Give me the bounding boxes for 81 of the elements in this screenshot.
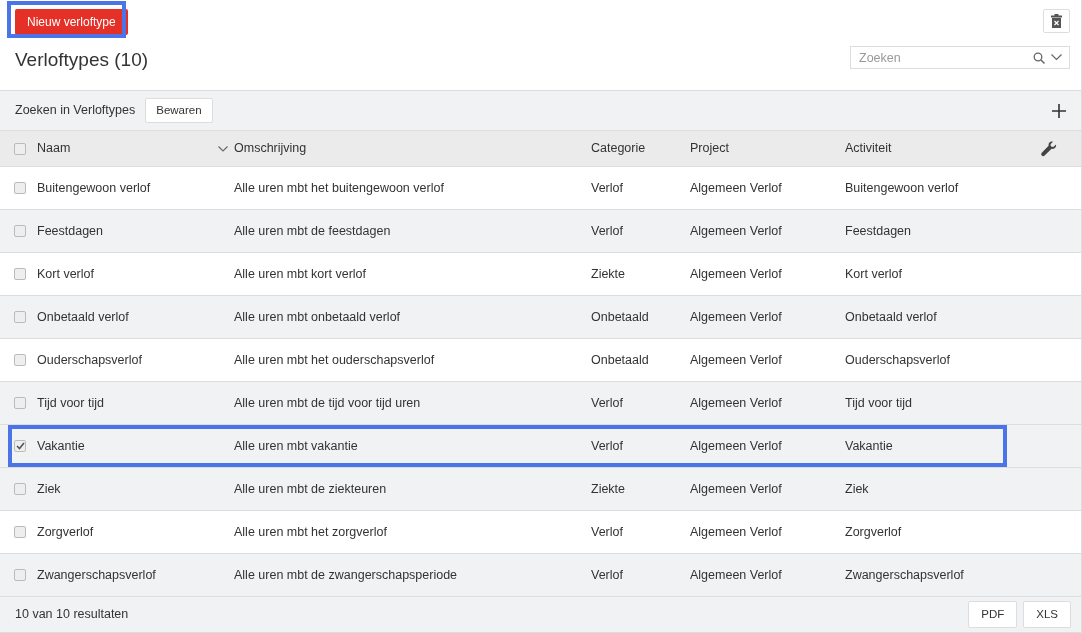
table-cell: Buitengewoon verlof: [37, 180, 151, 195]
sort-chevron-icon[interactable]: [218, 145, 228, 152]
table-cell: Alle uren mbt onbetaald verlof: [234, 309, 401, 324]
table-cell: Algemeen Verlof: [690, 309, 782, 324]
row-checkbox[interactable]: [14, 225, 26, 237]
table-cell: Alle uren mbt de tijd voor tijd uren: [234, 395, 421, 410]
table-cell: Onbetaald verlof: [37, 309, 129, 324]
chevron-down-icon[interactable]: [1051, 54, 1062, 61]
table-cell: Onbetaald verlof: [845, 309, 937, 324]
table-cell: Buitengewoon verlof: [845, 180, 959, 195]
table-cell: Verlof: [591, 223, 623, 238]
table-cell: Onbetaald: [591, 309, 649, 324]
table-cell: Verlof: [591, 395, 623, 410]
table-cell: Algemeen Verlof: [690, 352, 782, 367]
table-cell: Ziek: [37, 481, 61, 496]
result-count: 10 van 10 resultaten: [15, 606, 129, 624]
toolbar-label: Zoeken in Verloftypes: [15, 102, 136, 120]
wrench-icon[interactable]: [1041, 140, 1057, 157]
new-leave-type-button[interactable]: Nieuw verloftype: [15, 9, 128, 35]
table-cell: Vakantie: [37, 438, 85, 453]
table-cell: Tijd voor tijd: [845, 395, 912, 410]
column-header[interactable]: Categorie: [591, 139, 690, 158]
table-cell: Kort verlof: [37, 266, 94, 281]
export-button[interactable]: PDF: [968, 600, 1018, 629]
table-cell: Vakantie: [845, 438, 893, 453]
search-icon[interactable]: [1033, 51, 1045, 64]
table-cell: Algemeen Verlof: [690, 180, 782, 195]
table-cell: Verlof: [591, 524, 623, 539]
delete-button[interactable]: [1043, 9, 1070, 33]
table-cell: Alle uren mbt het zorgverlof: [234, 524, 387, 539]
page-title: Verloftypes (10): [15, 49, 149, 72]
table-cell: Algemeen Verlof: [690, 524, 782, 539]
select-all-checkbox[interactable]: [14, 142, 26, 155]
table-cell: Alle uren mbt de feestdagen: [234, 223, 391, 238]
table-cell: Feestdagen: [37, 223, 104, 238]
column-header[interactable]: Project: [690, 139, 845, 158]
row-checkbox[interactable]: [14, 397, 26, 409]
table-cell: Verlof: [591, 180, 623, 195]
save-button[interactable]: Bewaren: [145, 97, 213, 124]
row-checkbox[interactable]: [14, 182, 26, 194]
search-field[interactable]: Zoeken: [850, 46, 1070, 69]
table-cell: Alle uren mbt de zwangerschapsperiode: [234, 567, 458, 582]
table-cell: Ziekte: [591, 481, 626, 496]
trash-icon: [1051, 14, 1062, 28]
row-checkbox[interactable]: [14, 526, 26, 538]
table-cell: Alle uren mbt het ouderschapsverlof: [234, 352, 435, 367]
table-cell: Algemeen Verlof: [690, 567, 782, 582]
table-cell: Ouderschapsverlof: [37, 352, 142, 367]
table-cell: Ziek: [845, 481, 869, 496]
export-button[interactable]: XLS: [1023, 600, 1071, 629]
table-cell: Tijd voor tijd: [37, 395, 104, 410]
table-cell: Ouderschapsverlof: [845, 352, 950, 367]
row-checkbox[interactable]: [14, 354, 26, 366]
table-cell: Zwangerschapsverlof: [845, 567, 964, 582]
table-cell: Algemeen Verlof: [690, 481, 782, 496]
table-cell: Ziekte: [591, 266, 626, 281]
table-cell: Algemeen Verlof: [690, 395, 782, 410]
table-cell: Algemeen Verlof: [690, 266, 782, 281]
table-cell: Zorgverlof: [37, 524, 94, 539]
table-cell: Alle uren mbt het buitengewoon verlof: [234, 180, 444, 195]
table-cell: Zorgverlof: [845, 524, 902, 539]
row-checkbox[interactable]: [14, 311, 26, 323]
table-cell: Alle uren mbt vakantie: [234, 438, 358, 453]
table-cell: Verlof: [591, 567, 623, 582]
row-checkbox[interactable]: [14, 569, 26, 581]
column-header[interactable]: Omschrijving: [234, 139, 591, 158]
table-cell: Alle uren mbt kort verlof: [234, 266, 366, 281]
table-cell: Zwangerschapsverlof: [37, 567, 156, 582]
column-header[interactable]: Naam: [37, 139, 234, 158]
table-cell: Feestdagen: [845, 223, 912, 238]
table-cell: Algemeen Verlof: [690, 223, 782, 238]
row-checkbox[interactable]: [14, 268, 26, 280]
table-cell: Verlof: [591, 438, 623, 453]
table-cell: Kort verlof: [845, 266, 902, 281]
table-cell: Algemeen Verlof: [690, 438, 782, 453]
row-checkbox[interactable]: [14, 483, 26, 495]
add-icon[interactable]: [1052, 103, 1066, 118]
table-cell: Onbetaald: [591, 352, 649, 367]
column-header[interactable]: Activiteit: [845, 139, 1041, 158]
table-cell: Alle uren mbt de ziekteuren: [234, 481, 387, 496]
row-checkbox[interactable]: [14, 440, 26, 452]
